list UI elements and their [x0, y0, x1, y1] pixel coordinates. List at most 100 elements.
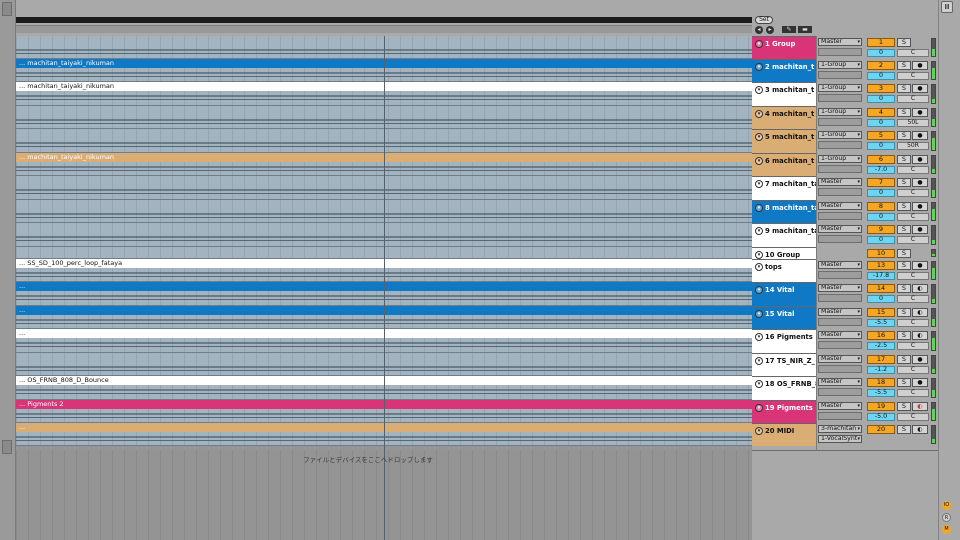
track-header[interactable]: ▾ 3 machitan_t [752, 82, 816, 106]
fold-toggle-icon[interactable]: ▾ [755, 357, 763, 365]
arm-button[interactable]: ● [912, 225, 928, 234]
solo-button[interactable]: S [897, 202, 911, 211]
output-routing-select[interactable]: Master ▾ [818, 331, 862, 339]
volume-field[interactable]: 0 [867, 142, 895, 150]
track-activator-button[interactable]: 6 [867, 155, 895, 164]
pan-field[interactable]: C [897, 236, 929, 244]
arm-button[interactable]: ● [912, 202, 928, 211]
output-channel-select[interactable] [818, 412, 862, 420]
left-scroll-handle[interactable] [2, 440, 12, 454]
arm-button[interactable]: ◐ [912, 308, 928, 317]
solo-button[interactable]: S [897, 61, 911, 70]
solo-button[interactable]: S [897, 131, 911, 140]
solo-button[interactable]: S [897, 155, 911, 164]
overview-toggle-button[interactable]: Ⅲ [941, 1, 953, 13]
track-name[interactable]: 19 Pigments [765, 404, 813, 412]
returns-toggle-icon[interactable]: R [942, 513, 951, 522]
solo-button[interactable]: S [897, 178, 911, 187]
track-name[interactable]: 2 machitan_t [765, 63, 814, 71]
arm-button[interactable]: ● [912, 378, 928, 387]
volume-field[interactable]: -1.2 [867, 366, 895, 374]
output-routing-select[interactable]: Master ▾ [818, 284, 862, 292]
input-channel-select[interactable]: 1-VocalSynt ▾ [818, 435, 862, 443]
nav-forward-icon[interactable]: ▸ [766, 26, 774, 34]
output-routing-select[interactable]: 1-Group ▾ [818, 131, 862, 139]
solo-button[interactable]: S [897, 355, 911, 364]
fold-toggle-icon[interactable]: ▾ [755, 133, 763, 141]
track-header[interactable]: ▾ 2 machitan_t [752, 59, 816, 82]
output-channel-select[interactable] [818, 365, 862, 373]
fold-toggle-icon[interactable]: ▾ [755, 86, 763, 94]
track-name[interactable]: 5 machitan_t [765, 133, 814, 141]
track-activator-button[interactable]: 18 [867, 378, 895, 387]
output-routing-select[interactable]: Master ▾ [818, 178, 862, 186]
arm-button[interactable]: ● [912, 131, 928, 140]
solo-button[interactable]: S [897, 84, 911, 93]
volume-field[interactable]: -2.5 [867, 342, 895, 350]
track-activator-button[interactable]: 10 [867, 249, 895, 258]
volume-field[interactable]: 0 [867, 236, 895, 244]
arm-button[interactable]: ● [912, 84, 928, 93]
solo-button[interactable]: S [897, 378, 911, 387]
output-channel-select[interactable] [818, 188, 862, 196]
track-name[interactable]: 14 Vital [765, 286, 794, 294]
pan-field[interactable]: 50L [897, 119, 929, 127]
fold-toggle-icon[interactable]: ▾ [755, 204, 763, 212]
track-activator-button[interactable]: 5 [867, 131, 895, 140]
fold-toggle-icon[interactable]: ▾ [755, 286, 763, 294]
arm-button[interactable]: ◐ [912, 284, 928, 293]
pan-field[interactable]: C [897, 95, 929, 103]
arrangement-view[interactable]: ... machitan_taiyaki_nikuman... machitan… [16, 36, 752, 540]
timeline-bar[interactable] [16, 17, 752, 23]
solo-button[interactable]: S [897, 261, 911, 270]
track-header[interactable]: ▾ 6 machitan_t [752, 153, 816, 176]
fold-toggle-icon[interactable]: ▾ [755, 40, 763, 48]
solo-button[interactable]: S [897, 249, 911, 258]
solo-button[interactable]: S [897, 108, 911, 117]
fold-toggle-icon[interactable]: ▾ [755, 180, 763, 188]
track-header[interactable]: ▾ 17 TS_NIR_Z_ [752, 353, 816, 376]
pan-field[interactable]: C [897, 342, 929, 350]
track-name[interactable]: 15 Vital [765, 310, 794, 318]
track-activator-button[interactable]: 4 [867, 108, 895, 117]
track-header[interactable]: ▾ tops [752, 259, 816, 282]
volume-field[interactable]: -5.5 [867, 389, 895, 397]
track-activator-button[interactable]: 13 [867, 261, 895, 270]
track-name[interactable]: tops [765, 263, 782, 271]
track-activator-button[interactable]: 15 [867, 308, 895, 317]
track-header[interactable]: ▾ 9 machitan_ta [752, 223, 816, 247]
track-name[interactable]: 18 OS_FRNB_8 [765, 380, 816, 388]
output-routing-select[interactable]: Master ▾ [818, 355, 862, 363]
track-name[interactable]: 17 TS_NIR_Z_ [765, 357, 815, 365]
output-channel-select[interactable] [818, 271, 862, 279]
track-header[interactable]: ▾ 10 Group [752, 247, 816, 259]
track-header[interactable]: ▾ 20 MIDI [752, 423, 816, 446]
arm-button[interactable]: ● [912, 178, 928, 187]
output-routing-select[interactable]: Master ▾ [818, 38, 862, 46]
arm-button[interactable]: ◐ [912, 425, 928, 434]
track-activator-button[interactable]: 2 [867, 61, 895, 70]
fold-toggle-icon[interactable]: ▾ [755, 427, 763, 435]
output-channel-select[interactable] [818, 165, 862, 173]
track-name[interactable]: 4 machitan_t [765, 110, 814, 118]
arm-button[interactable]: ◐ [912, 402, 928, 411]
volume-field[interactable]: 0 [867, 119, 895, 127]
arm-button[interactable]: ● [912, 355, 928, 364]
output-channel-select[interactable] [818, 294, 862, 302]
pan-field[interactable]: C [897, 319, 929, 327]
arm-button[interactable]: ◐ [912, 331, 928, 340]
fold-toggle-icon[interactable]: ▾ [755, 157, 763, 165]
output-channel-select[interactable] [818, 141, 862, 149]
pan-field[interactable]: C [897, 213, 929, 221]
output-routing-select[interactable]: 1-Group ▾ [818, 84, 862, 92]
set-button[interactable]: Set [755, 16, 773, 24]
track-header[interactable]: ▾ 5 machitan_t [752, 129, 816, 153]
solo-button[interactable]: S [897, 284, 911, 293]
track-header[interactable]: ▾ 15 Vital [752, 306, 816, 329]
volume-field[interactable]: -5.5 [867, 319, 895, 327]
loop-brace-bar[interactable] [16, 25, 752, 33]
view-toggle-icon[interactable]: ▬ [798, 26, 812, 33]
pan-field[interactable]: C [897, 413, 929, 421]
left-collapse-handle[interactable] [2, 2, 12, 16]
pan-field[interactable]: C [897, 189, 929, 197]
